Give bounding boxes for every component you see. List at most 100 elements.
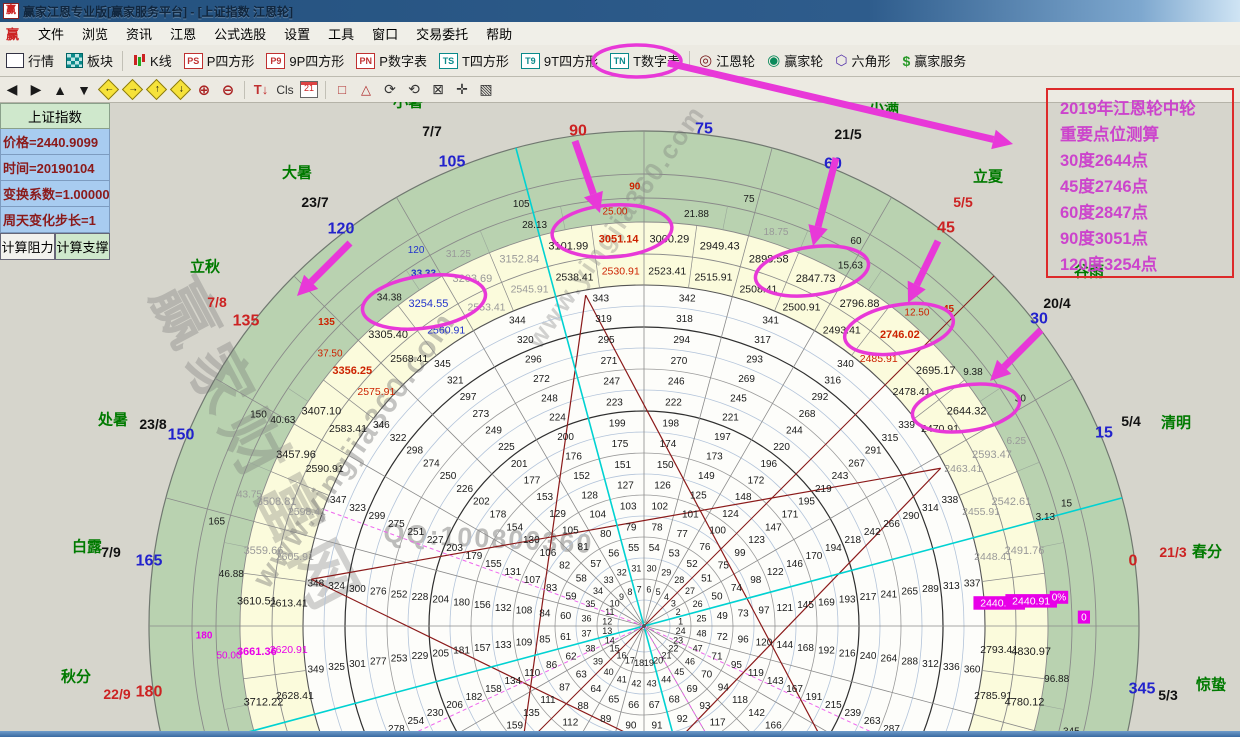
shift-down-button[interactable]: ↓: [169, 79, 191, 100]
blocks-icon: [66, 53, 83, 68]
toolbar-label: 赢家服务: [914, 51, 966, 70]
nav-left-icon: ◀: [7, 81, 18, 98]
wheel-number: 2538.41: [556, 272, 594, 284]
nav-down-button[interactable]: ▼: [73, 79, 95, 100]
menu-item-2[interactable]: 资讯: [117, 22, 161, 45]
wheel-number: 191: [806, 692, 823, 703]
move-tool-button[interactable]: ✛: [451, 79, 473, 100]
outer-degree-label: 60: [824, 156, 842, 173]
wheel-number: 319: [595, 314, 612, 325]
solar-term-label: 白露: [72, 537, 103, 555]
menu-item-1[interactable]: 浏览: [73, 22, 117, 45]
shift-right-button[interactable]: →: [121, 79, 143, 100]
toolbar-button-T四方形[interactable]: TST四方形: [433, 49, 515, 72]
wheel-number: 2470.91: [921, 423, 959, 435]
wheel-number: 30: [647, 564, 657, 574]
select-region-button[interactable]: ▧: [475, 79, 497, 100]
rotate-cw-button[interactable]: ⟳: [379, 79, 401, 100]
toolbar-button-六角形[interactable]: ⬡六角形: [829, 49, 896, 72]
toolbar-button-赢家服务[interactable]: $赢家服务: [897, 49, 973, 72]
toolbar-separator: [122, 51, 123, 71]
note-line-0: 2019年江恩轮中轮: [1060, 96, 1232, 122]
calc-support-button[interactable]: 计算支撑: [55, 233, 110, 260]
wheel-number: 45: [674, 667, 684, 677]
toolbar-button-板块[interactable]: 板块: [60, 49, 119, 72]
wheel-number: 341: [762, 316, 779, 327]
wheel-number: 35: [585, 599, 595, 609]
menu-item-6[interactable]: 工具: [319, 22, 363, 45]
calc-resistance-button[interactable]: 计算阻力: [0, 233, 55, 260]
toolbar-button-行情[interactable]: 行情: [0, 49, 60, 72]
wheel-number: 2542.61: [992, 496, 1032, 508]
wheel-number: 105: [513, 199, 530, 210]
t-down-button[interactable]: T↓: [250, 79, 272, 100]
wheel-number: 143: [767, 676, 784, 687]
date-label: 23/8: [139, 416, 166, 432]
toolbar-button-P数字表[interactable]: PNP数字表: [350, 49, 433, 72]
toolbar-button-赢家轮[interactable]: ◉赢家轮: [761, 49, 829, 72]
zoom-in-icon: ⊕: [198, 81, 211, 99]
menu-item-0[interactable]: 文件: [29, 22, 73, 45]
wheel-number: 96.88: [1044, 674, 1069, 685]
wheel-number: 58: [576, 573, 588, 584]
wheel-number: 15: [1061, 499, 1073, 510]
wheel-number: 176: [565, 452, 582, 463]
wheel-number: 2560.91: [427, 325, 465, 337]
wheel-number: 2485.91: [860, 353, 898, 365]
draw-triangle-button[interactable]: △: [355, 79, 377, 100]
wheel-number: 132: [495, 603, 512, 614]
wheel-number: 46.88: [219, 569, 244, 580]
cls-button[interactable]: Cls: [274, 79, 296, 100]
solar-term-label: 立秋: [190, 257, 221, 275]
wheel-number: 240: [860, 651, 877, 662]
shift-left-button[interactable]: ←: [97, 79, 119, 100]
toolbar-button-江恩轮[interactable]: ◎江恩轮: [693, 49, 761, 72]
zoom-out-button[interactable]: ⊖: [217, 79, 239, 100]
toolbar-button-9P四方形[interactable]: P99P四方形: [260, 49, 350, 72]
wheel-number: 88: [578, 701, 590, 712]
menu-item-9[interactable]: 帮助: [477, 22, 521, 45]
wheel-number: 112: [562, 717, 578, 728]
menu-item-7[interactable]: 窗口: [363, 22, 407, 45]
wheel-number: 348: [307, 578, 324, 589]
toolbar-button-P四方形[interactable]: PSP四方形: [178, 49, 261, 72]
wheel-number: 267: [848, 458, 865, 469]
wheel-number: 75: [743, 194, 755, 205]
rotate-ccw-button[interactable]: ⟲: [403, 79, 425, 100]
nav-left-button[interactable]: ◀: [1, 79, 23, 100]
calendar-button[interactable]: 21: [298, 79, 320, 100]
wheel-number: 201: [511, 459, 528, 470]
menu-item-8[interactable]: 交易委托: [407, 22, 477, 45]
toolbar-button-K线[interactable]: K线: [126, 49, 178, 72]
wheel-number: 3407.10: [302, 405, 342, 417]
wheel-number: 197: [714, 432, 731, 443]
wheel-number: 134: [504, 676, 521, 687]
wheel-number: 67: [649, 700, 661, 711]
wheel-number: 47: [693, 643, 703, 653]
wheel-number: 31.25: [446, 249, 471, 260]
wheel-number: 336: [943, 662, 960, 673]
date-label: 21/5: [834, 126, 861, 142]
wheel-number: 74: [731, 583, 743, 594]
wheel-number: 274: [423, 458, 440, 469]
wheel-number: 64: [590, 684, 602, 695]
delete-box-button[interactable]: ⊠: [427, 79, 449, 100]
shift-up-button[interactable]: ↑: [145, 79, 167, 100]
menu-item-5[interactable]: 设置: [275, 22, 319, 45]
wheel-number: 2695.17: [916, 365, 956, 377]
wheel-number: 54: [649, 543, 661, 554]
wheel-number: 2530.91: [602, 265, 640, 277]
toolbar-button-T数字表[interactable]: TNT数字表: [604, 49, 686, 72]
wheel-number: 119: [748, 668, 764, 679]
shift-up-icon: ↑: [145, 79, 166, 100]
zoom-in-button[interactable]: ⊕: [193, 79, 215, 100]
nav-up-button[interactable]: ▲: [49, 79, 71, 100]
menu-item-3[interactable]: 江恩: [161, 22, 205, 45]
nav-right-button[interactable]: ▶: [25, 79, 47, 100]
grid-icon: [6, 53, 24, 68]
menu-item-4[interactable]: 公式选股: [205, 22, 275, 45]
toolbar-button-9T四方形[interactable]: T99T四方形: [515, 49, 604, 72]
wheel-number: 294: [673, 335, 690, 346]
draw-square-button[interactable]: □: [331, 79, 353, 100]
wheel-number: 59: [565, 591, 577, 602]
